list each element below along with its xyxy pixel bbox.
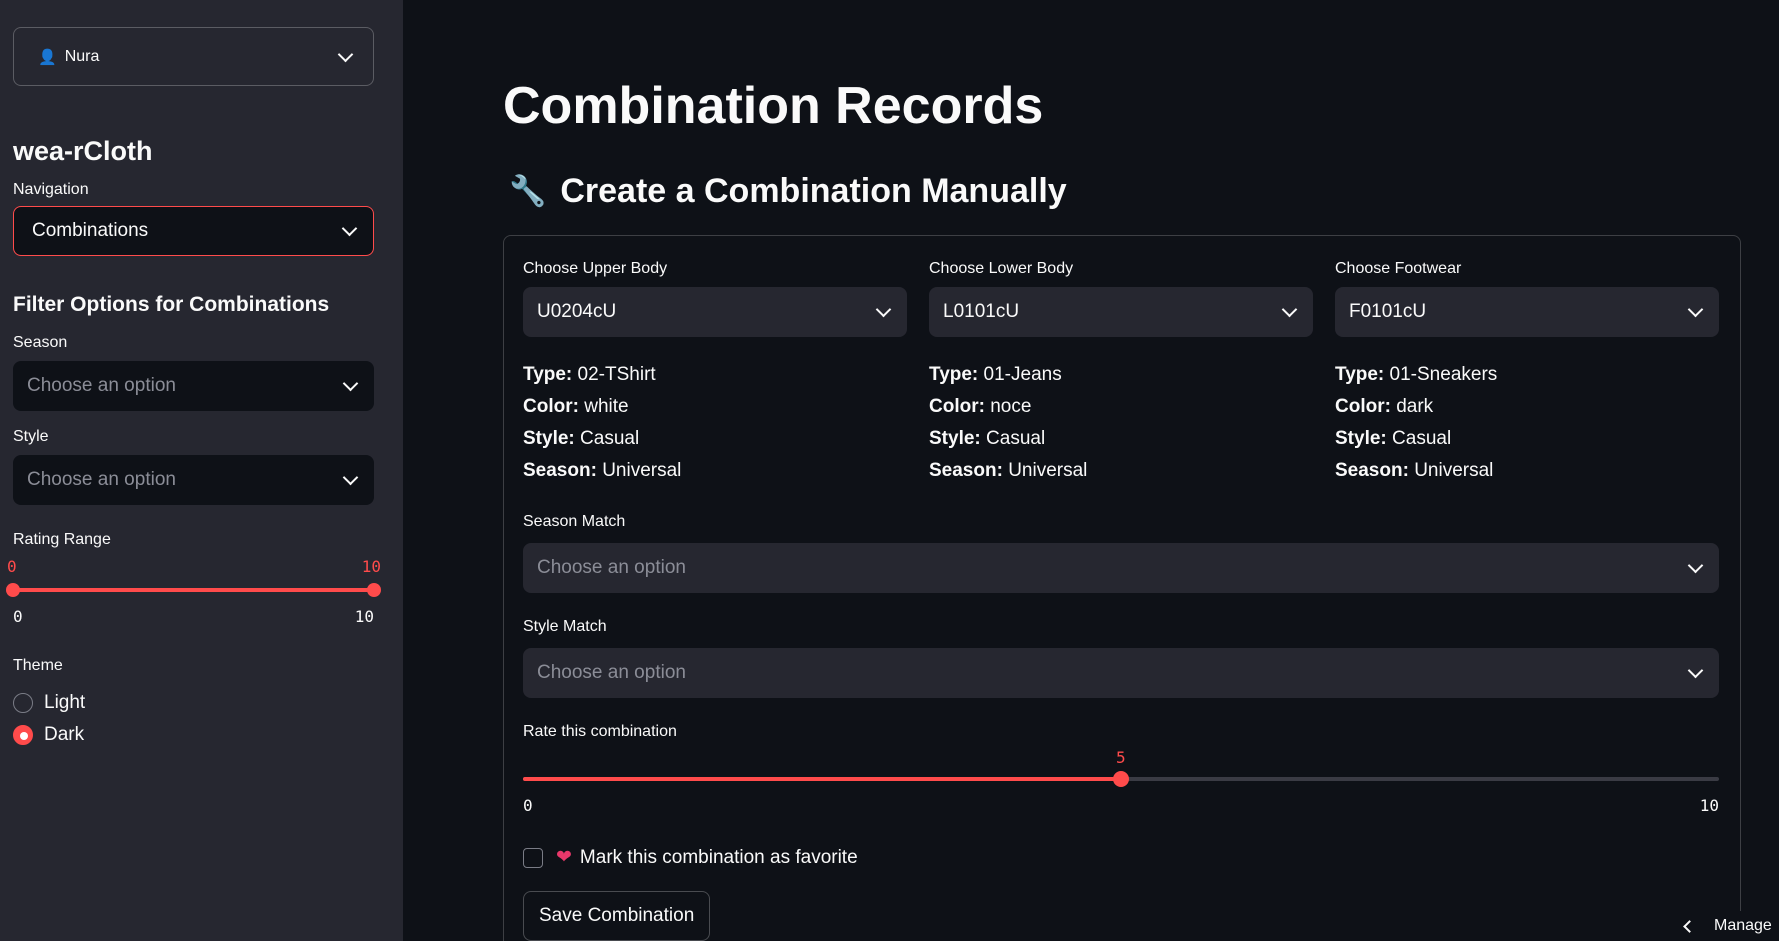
sidebar: 👤 Nura wea-rCloth Navigation Combination… bbox=[0, 0, 403, 941]
style-match-select[interactable]: Choose an option bbox=[523, 648, 1719, 698]
rate-value: 5 bbox=[1116, 748, 1126, 767]
theme-option-label: Light bbox=[44, 692, 86, 713]
rate-track-fill bbox=[523, 777, 1121, 781]
chevron-down-icon bbox=[1687, 662, 1704, 679]
footwear-type: 01-Sneakers bbox=[1389, 364, 1498, 385]
chevron-down-icon bbox=[1281, 301, 1298, 318]
lower-body-attributes: Type: 01-Jeans Color: noce Style: Casual… bbox=[929, 364, 1088, 481]
lower-body-select[interactable]: L0101cU bbox=[929, 287, 1313, 337]
upper-body-column: Choose Upper Body U0204cU Type: 02-TShir… bbox=[523, 260, 909, 487]
favorite-checkbox[interactable] bbox=[523, 847, 543, 868]
style-label: Style bbox=[13, 428, 49, 445]
season-label: Season bbox=[13, 334, 68, 351]
manage-label: Manage bbox=[1714, 917, 1772, 934]
chevron-down-icon bbox=[341, 220, 358, 237]
rate-handle[interactable] bbox=[1113, 771, 1129, 787]
navigation-select[interactable]: Combinations bbox=[13, 206, 374, 256]
theme-option-dark[interactable]: Dark bbox=[13, 719, 390, 751]
page-title: Combination Records bbox=[503, 77, 1044, 135]
rate-tick-min: 0 bbox=[523, 796, 533, 815]
user-select[interactable]: 👤 Nura bbox=[13, 27, 374, 86]
rating-min-handle[interactable] bbox=[6, 583, 20, 597]
chevron-down-icon bbox=[342, 469, 359, 486]
heart-icon: ❤ bbox=[556, 847, 572, 868]
rating-track bbox=[13, 588, 374, 592]
season-match-placeholder: Choose an option bbox=[537, 557, 686, 578]
footwear-select[interactable]: F0101cU bbox=[1335, 287, 1719, 337]
upper-body-attributes: Type: 02-TShirt Color: white Style: Casu… bbox=[523, 364, 682, 481]
rating-range-slider[interactable]: 0 10 0 10 bbox=[6, 557, 381, 626]
upper-type: 02-TShirt bbox=[577, 364, 656, 385]
theme-option-label: Dark bbox=[44, 724, 85, 745]
app-title: wea-rCloth bbox=[13, 136, 153, 166]
save-combination-button[interactable]: Save Combination bbox=[523, 891, 711, 941]
section-title: 🔧 Create a Combination Manually bbox=[509, 172, 1067, 211]
style-match-placeholder: Choose an option bbox=[537, 662, 686, 683]
chevron-down-icon bbox=[875, 301, 892, 318]
footwear-color: dark bbox=[1396, 396, 1434, 417]
combination-form: Choose Upper Body U0204cU Type: 02-TShir… bbox=[503, 235, 1741, 941]
footwear-column: Choose Footwear F0101cU Type: 01-Sneaker… bbox=[1335, 260, 1721, 487]
season-placeholder: Choose an option bbox=[27, 375, 176, 396]
rate-slider[interactable]: 5 0 10 bbox=[523, 736, 1719, 815]
upper-body-label: Choose Upper Body bbox=[523, 260, 668, 277]
rating-max-handle[interactable] bbox=[367, 583, 381, 597]
theme-option-light[interactable]: Light bbox=[13, 687, 390, 719]
rating-tick-max: 10 bbox=[354, 607, 374, 626]
navigation-value: Combinations bbox=[32, 220, 149, 241]
rating-range-label: Rating Range bbox=[13, 531, 111, 548]
footwear-value: F0101cU bbox=[1349, 301, 1427, 322]
footwear-season: Universal bbox=[1414, 460, 1494, 481]
chevron-down-icon bbox=[337, 46, 354, 62]
style-match-label: Style Match bbox=[523, 618, 607, 635]
manage-app-button[interactable]: Manage bbox=[1673, 911, 1779, 941]
section-title-text: Create a Combination Manually bbox=[560, 172, 1067, 210]
main-content: Combination Records 🔧 Create a Combinati… bbox=[403, 0, 1779, 941]
upper-style: Casual bbox=[580, 428, 640, 449]
footwear-label: Choose Footwear bbox=[1335, 260, 1462, 277]
chevron-down-icon bbox=[342, 375, 359, 392]
navigation-label: Navigation bbox=[13, 181, 89, 198]
upper-body-select[interactable]: U0204cU bbox=[523, 287, 907, 337]
chevron-down-icon bbox=[1687, 301, 1704, 318]
style-placeholder: Choose an option bbox=[27, 469, 176, 490]
radio-dark[interactable] bbox=[13, 725, 33, 745]
user-name: Nura bbox=[64, 47, 100, 65]
chevron-left-icon bbox=[1683, 919, 1696, 933]
filter-heading: Filter Options for Combinations bbox=[13, 293, 330, 316]
lower-season: Universal bbox=[1008, 460, 1088, 481]
upper-season: Universal bbox=[602, 460, 682, 481]
season-match-label: Season Match bbox=[523, 513, 626, 530]
user-icon: 👤 bbox=[38, 48, 57, 66]
style-select[interactable]: Choose an option bbox=[13, 455, 374, 505]
lower-body-label: Choose Lower Body bbox=[929, 260, 1074, 277]
rating-tick-min: 0 bbox=[13, 607, 23, 626]
chevron-down-icon bbox=[1687, 557, 1704, 574]
rating-min-value: 0 bbox=[7, 557, 17, 576]
footwear-style: Casual bbox=[1392, 428, 1452, 449]
lower-color: noce bbox=[990, 396, 1032, 417]
footwear-attributes: Type: 01-Sneakers Color: dark Style: Cas… bbox=[1335, 364, 1498, 481]
upper-color: white bbox=[584, 396, 629, 417]
season-select[interactable]: Choose an option bbox=[13, 361, 374, 411]
radio-light[interactable] bbox=[13, 693, 33, 713]
favorite-checkbox-row[interactable]: ❤ Mark this combination as favorite bbox=[523, 846, 858, 869]
theme-label: Theme bbox=[13, 657, 63, 674]
favorite-label: Mark this combination as favorite bbox=[579, 846, 858, 868]
upper-body-value: U0204cU bbox=[537, 301, 617, 322]
season-match-select[interactable]: Choose an option bbox=[523, 543, 1719, 593]
lower-body-value: L0101cU bbox=[943, 301, 1020, 322]
lower-style: Casual bbox=[986, 428, 1046, 449]
rating-max-value: 10 bbox=[361, 557, 381, 576]
lower-body-column: Choose Lower Body L0101cU Type: 01-Jeans… bbox=[929, 260, 1315, 487]
wrench-icon: 🔧 bbox=[509, 175, 547, 208]
lower-type: 01-Jeans bbox=[983, 364, 1062, 385]
rate-tick-max: 10 bbox=[1699, 796, 1719, 815]
